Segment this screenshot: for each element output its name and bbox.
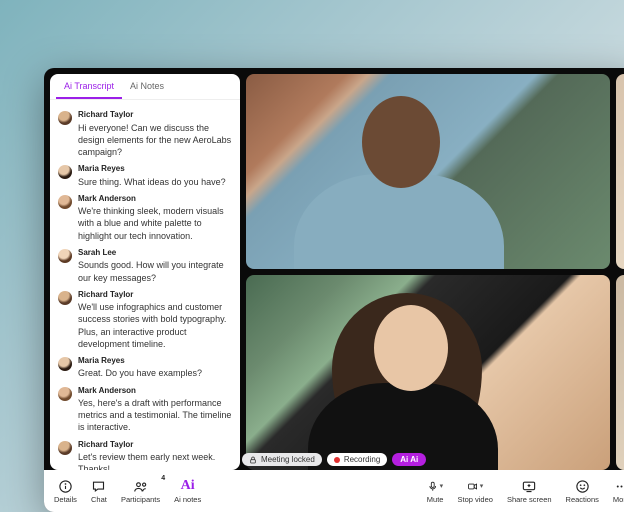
transcript-message: Sarah LeeSounds good. How will you integ…	[58, 248, 232, 284]
microphone-icon: ▾	[427, 478, 443, 494]
speaker-name: Richard Taylor	[78, 110, 232, 120]
message-body: Mark AndersonWe're thinking sleek, moder…	[78, 194, 232, 242]
avatar	[58, 357, 72, 371]
message-body: Richard TaylorLet's review them early ne…	[78, 440, 232, 470]
details-label: Details	[54, 495, 77, 504]
transcript-tabs: Ai Transcript Ai Notes	[50, 74, 240, 100]
avatar	[58, 195, 72, 209]
chevron-down-icon: ▾	[480, 482, 484, 490]
speaker-name: Sarah Lee	[78, 248, 232, 258]
chevron-down-icon: ▾	[440, 482, 444, 490]
message-body: Sarah LeeSounds good. How will you integ…	[78, 248, 232, 284]
more-icon	[613, 478, 624, 494]
message-body: Maria Reyes Sure thing. What ideas do you…	[78, 164, 232, 188]
transcript-panel: Ai Transcript Ai Notes Richard Taylor Hi …	[50, 74, 240, 470]
transcript-messages[interactable]: Richard Taylor Hi everyone! Can we discus…	[50, 100, 240, 470]
people-icon	[133, 478, 149, 494]
meeting-window: Ai Transcript Ai Notes Richard Taylor Hi …	[44, 68, 624, 512]
share-screen-icon	[521, 478, 537, 494]
smile-icon	[574, 478, 590, 494]
info-icon	[57, 478, 73, 494]
transcript-message: Maria Reyes Sure thing. What ideas do you…	[58, 164, 232, 188]
video-tile-participant-2[interactable]	[246, 275, 610, 470]
transcript-message: Maria ReyesGreat. Do you have examples?	[58, 356, 232, 380]
video-tile-offscreen-bottom[interactable]	[616, 275, 624, 470]
share-screen-label: Share screen	[507, 495, 552, 504]
message-text: Sure thing. What ideas do you have?	[78, 176, 232, 188]
participants-button[interactable]: 4 Participants	[121, 478, 160, 504]
chat-label: Chat	[91, 495, 107, 504]
content-row: Ai Transcript Ai Notes Richard Taylor Hi …	[44, 68, 624, 470]
video-row-bottom	[246, 275, 624, 470]
record-dot-icon	[334, 457, 340, 463]
avatar	[58, 441, 72, 455]
mute-button[interactable]: ▾ Mute	[427, 478, 444, 504]
tab-ai-transcript[interactable]: Ai Transcript	[56, 74, 122, 99]
details-button[interactable]: Details	[54, 478, 77, 504]
video-grid	[246, 74, 624, 470]
meeting-locked-label: Meeting locked	[261, 455, 315, 464]
message-body: Richard Taylor Hi everyone! Can we discus…	[78, 110, 232, 158]
speaker-name: Mark Anderson	[78, 194, 232, 204]
avatar	[58, 111, 72, 125]
message-text: Hi everyone! Can we discuss the design e…	[78, 122, 232, 158]
speaker-name: Maria Reyes	[78, 356, 232, 366]
speaker-name: Richard Taylor	[78, 440, 232, 450]
toolbar: Details Chat 4 Participants Ai Ai notes	[44, 470, 624, 512]
toolbar-left: Details Chat 4 Participants Ai Ai notes	[54, 478, 201, 504]
ai-icon: Ai	[180, 478, 196, 494]
message-text: Great. Do you have examples?	[78, 367, 232, 379]
participant-figure	[246, 74, 610, 269]
participant-figure	[246, 275, 610, 470]
chat-button[interactable]: Chat	[91, 478, 107, 504]
video-tile-offscreen-top[interactable]	[616, 74, 624, 269]
chat-icon	[91, 478, 107, 494]
recording-label: Recording	[344, 455, 380, 464]
message-text: Sounds good. How will you integrate our …	[78, 259, 232, 283]
message-text: We're thinking sleek, modern visuals wit…	[78, 205, 232, 241]
more-button[interactable]: More	[613, 478, 624, 504]
message-body: Richard TaylorWe'll use infographics and…	[78, 290, 232, 350]
meeting-locked-pill: Meeting locked	[242, 453, 322, 466]
transcript-message: Richard Taylor Hi everyone! Can we discus…	[58, 110, 232, 158]
toolbar-right: ▾ Mute ▾ Stop video Share screen	[427, 478, 624, 504]
avatar	[58, 165, 72, 179]
mute-label: Mute	[427, 495, 444, 504]
message-body: Maria ReyesGreat. Do you have examples?	[78, 356, 232, 380]
message-text: We'll use infographics and customer succ…	[78, 301, 232, 350]
transcript-message: Mark AndersonWe're thinking sleek, moder…	[58, 194, 232, 242]
avatar	[58, 387, 72, 401]
ai-badge: Ai Ai	[392, 453, 426, 466]
message-text: Let's review them early next week. Thank…	[78, 451, 232, 470]
stop-video-label: Stop video	[457, 495, 492, 504]
recording-pill: Recording	[327, 453, 387, 466]
lock-icon	[249, 456, 257, 464]
transcript-message: Mark AndersonYes, here's a draft with pe…	[58, 386, 232, 434]
message-text: Yes, here's a draft with performance met…	[78, 397, 232, 433]
video-row-top	[246, 74, 624, 269]
transcript-message: Richard TaylorWe'll use infographics and…	[58, 290, 232, 350]
speaker-name: Maria Reyes	[78, 164, 232, 174]
stop-video-button[interactable]: ▾ Stop video	[457, 478, 492, 504]
ai-notes-button[interactable]: Ai Ai notes	[174, 478, 201, 504]
video-icon: ▾	[467, 478, 483, 494]
avatar	[58, 249, 72, 263]
reactions-label: Reactions	[566, 495, 599, 504]
reactions-button[interactable]: Reactions	[566, 478, 599, 504]
participants-label: Participants	[121, 495, 160, 504]
transcript-message: Richard TaylorLet's review them early ne…	[58, 440, 232, 470]
ai-notes-label: Ai notes	[174, 495, 201, 504]
speaker-name: Mark Anderson	[78, 386, 232, 396]
tab-ai-notes[interactable]: Ai Notes	[122, 74, 172, 99]
avatar	[58, 291, 72, 305]
share-screen-button[interactable]: Share screen	[507, 478, 552, 504]
status-pills: Meeting locked Recording Ai Ai	[242, 453, 426, 466]
participants-count: 4	[161, 475, 165, 482]
video-tile-participant-1[interactable]	[246, 74, 610, 269]
speaker-name: Richard Taylor	[78, 290, 232, 300]
more-label: More	[613, 495, 624, 504]
message-body: Mark AndersonYes, here's a draft with pe…	[78, 386, 232, 434]
